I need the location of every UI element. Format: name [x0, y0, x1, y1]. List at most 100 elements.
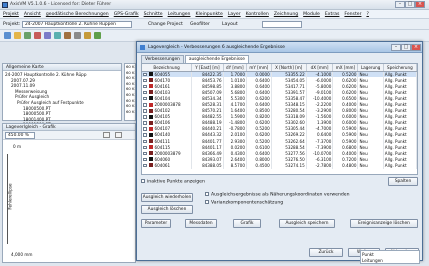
menu-item[interactable]: Projekt: [3, 12, 19, 17]
layer-select[interactable]: [262, 21, 302, 28]
maximize-button[interactable]: □: [405, 1, 415, 8]
grafik-button[interactable]: Grafik: [233, 219, 261, 228]
row-checkbox[interactable]: [143, 96, 147, 101]
color-swatch: [148, 126, 153, 131]
row-checkbox[interactable]: [143, 121, 147, 125]
graph-scale-select[interactable]: 450.00 %: [5, 132, 35, 139]
row-checkbox[interactable]: [143, 127, 147, 131]
color-swatch: [148, 157, 153, 162]
export-icon[interactable]: [94, 32, 101, 39]
checkbox-box[interactable]: [205, 200, 209, 204]
menu-item[interactable]: Fenster: [344, 12, 361, 17]
color-swatch: [148, 108, 153, 113]
row-checkbox[interactable]: [143, 103, 147, 107]
measure-icon[interactable]: [54, 32, 61, 39]
delete-adjustment-button[interactable]: Ausgleich löschen: [141, 205, 193, 214]
back-button[interactable]: Zurück: [309, 248, 343, 257]
menu-item[interactable]: Layer: [228, 12, 241, 17]
zoom-in-icon[interactable]: [103, 132, 110, 138]
column-header[interactable]: Bezeichnung: [142, 64, 193, 72]
app-icon: [2, 2, 8, 8]
menu-item[interactable]: geodätische Berechnungen: [46, 12, 109, 17]
column-header[interactable]: Y [East] [m]: [191, 64, 224, 72]
show-inactive-checkbox[interactable]: inaktive Punkte anzeigen: [141, 179, 205, 185]
checkbox-box[interactable]: [141, 179, 145, 183]
close-icon[interactable]: ×: [415, 1, 425, 8]
row-checkbox[interactable]: [143, 157, 147, 162]
clear-log-button[interactable]: Ereignisanzeige löschen: [350, 219, 418, 228]
use-as-coordinates-checkbox[interactable]: Ausgleichsergebnisse als Näherungskoordi…: [205, 192, 350, 198]
change-project-button[interactable]: Change Project: [148, 22, 183, 27]
messdaten-button[interactable]: Messdaten: [185, 219, 217, 228]
zoom-icon[interactable]: [4, 32, 11, 39]
menu-item[interactable]: Module: [303, 12, 320, 17]
project-select[interactable]: 24-2007 Hauptkontrolle 2. Kühne Rüppen: [22, 21, 132, 28]
table-row[interactable]: 604061 84388.05 8.5700 0.4500 53274.15 -2.780…: [142, 162, 417, 169]
row-checkbox[interactable]: [143, 90, 147, 95]
menu-item[interactable]: Leitungen: [168, 12, 191, 17]
layout-button[interactable]: Layout: [222, 22, 238, 27]
row-checkbox[interactable]: [143, 109, 147, 113]
row-checkbox[interactable]: [143, 72, 147, 77]
point-id: 604103: [154, 89, 171, 95]
row-checkbox[interactable]: [143, 151, 147, 156]
dialog-icon: [140, 45, 145, 50]
parameter-button[interactable]: Parameter: [141, 219, 171, 228]
minimize-button[interactable]: –: [395, 1, 405, 8]
color-swatch: [148, 151, 153, 156]
column-header[interactable]: dX [mm]: [306, 64, 334, 72]
menu-item[interactable]: Zeichnung: [274, 12, 298, 17]
project-label: Projekt:: [3, 22, 21, 27]
menu-item[interactable]: Ansicht: [24, 12, 41, 17]
color-swatch: [148, 90, 153, 95]
color-swatch: [148, 102, 153, 107]
column-header[interactable]: Speicherung: [383, 64, 417, 72]
row-checkbox[interactable]: [143, 78, 147, 83]
column-header[interactable]: X [North] [m]: [271, 64, 307, 72]
variance-checkbox[interactable]: Varianzkomponentenschätzung: [205, 200, 283, 206]
legend-item-2: Leitungen: [362, 258, 383, 263]
column-header[interactable]: mY [mm]: [246, 64, 272, 72]
column-header[interactable]: Lagerung: [357, 64, 384, 72]
row-checkbox[interactable]: [143, 115, 147, 119]
grid-icon[interactable]: [64, 32, 71, 39]
point-id: 604106: [154, 120, 171, 126]
dialog-max-button[interactable]: □: [401, 44, 411, 51]
menu-bar: Projekt Ansicht geodätische Berechnungen GP…: [0, 10, 429, 19]
verbesserungen-dialog: Lagevergleich - Verbesserungen 6 ausglei…: [136, 41, 423, 261]
dialog-min-button[interactable]: –: [391, 44, 401, 51]
row-checkbox[interactable]: [143, 145, 147, 150]
row-checkbox[interactable]: [143, 163, 147, 168]
geofilter-button[interactable]: Geofilter: [190, 22, 210, 27]
columns-button[interactable]: Spalten: [388, 177, 418, 186]
dialog-close-icon[interactable]: ×: [411, 44, 421, 51]
tab-verbesserungen[interactable]: Verbesserungen: [141, 55, 184, 63]
save-adjustment-button[interactable]: Ausgleich speichern: [279, 219, 335, 228]
dialog-tabs: Verbesserungen ausgleichende Ergebnisse: [141, 55, 250, 63]
point-icon[interactable]: [34, 32, 41, 39]
print-icon[interactable]: [84, 32, 91, 39]
menu-item[interactable]: ?: [366, 12, 368, 17]
menu-item[interactable]: GPS-Grafik: [114, 12, 139, 17]
menu-item[interactable]: Schnitte: [144, 12, 163, 17]
menu-item[interactable]: Kleinpunkte: [195, 12, 222, 17]
zoom-out-icon[interactable]: [115, 132, 122, 138]
folder-icon[interactable]: [14, 32, 21, 39]
column-header[interactable]: dY [mm]: [223, 64, 247, 72]
repeat-adjustment-button[interactable]: Ausgleich wiederholen: [141, 193, 193, 202]
point-id: 604115: [154, 144, 171, 150]
line-icon[interactable]: [44, 32, 51, 39]
map-icon[interactable]: [24, 32, 31, 39]
settings-icon[interactable]: [74, 32, 81, 39]
menu-item[interactable]: Extras: [325, 12, 340, 17]
row-checkbox[interactable]: [143, 139, 147, 144]
tab-ausgleichende-ergebnisse[interactable]: ausgleichende Ergebnisse: [184, 55, 249, 63]
checkbox-box[interactable]: [205, 192, 209, 196]
row-checkbox[interactable]: [143, 84, 147, 89]
row-checkbox[interactable]: [143, 133, 147, 137]
side-col-item: 60 K: [126, 91, 135, 97]
point-id: 604061: [154, 162, 171, 168]
column-header[interactable]: mX [mm]: [332, 64, 359, 72]
results-table: Bezeichnung Y [East] [m] dY [mm] mY [mm] X […: [142, 64, 417, 169]
menu-item[interactable]: Kontrollen: [246, 12, 269, 17]
